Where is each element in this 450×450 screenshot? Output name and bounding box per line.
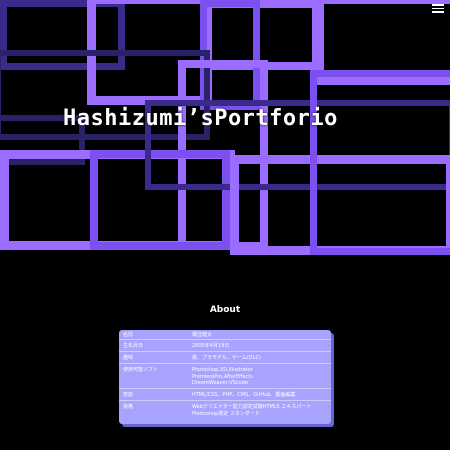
profile-row: 使用可能ソフト Photoshop,XD,Illustrator Premier…: [119, 366, 331, 389]
row-label: 生年月日: [123, 343, 144, 349]
profile-card: 名前 橋住健太 生年月日 2005年4月19日 趣味 鉄、プラモデル、ゲーム(D…: [119, 330, 331, 424]
page-title: Hashizumi’sPortforio: [63, 106, 338, 131]
row-value-line3: DreamWeaver,VScode: [192, 380, 248, 386]
row-value: 鉄、プラモデル、ゲーム(DLC): [192, 355, 261, 361]
row-label: 趣味: [123, 355, 134, 361]
about-heading: About: [209, 305, 241, 315]
row-value: Webクリエイター能力認定試験HTML5 エキスパート: [192, 404, 312, 410]
row-label: 使用可能ソフト: [123, 367, 159, 373]
profile-row: 資格 Webクリエイター能力認定試験HTML5 エキスパート Photoshop…: [119, 403, 331, 419]
profile-row: 名前 橋住健太: [119, 331, 331, 340]
row-label: 資格: [123, 404, 134, 410]
row-value: 橋住健太: [192, 332, 213, 338]
row-label: 技能: [123, 392, 134, 398]
hamburger-menu-icon[interactable]: [432, 4, 444, 14]
profile-row: 生年月日 2005年4月19日: [119, 342, 331, 352]
row-value: Photoshop,XD,Illustrator: [192, 367, 253, 373]
row-value: HTML/CSS、PHP、CMS、GitHub、動画編集: [192, 392, 296, 398]
decorative-frame: [310, 70, 450, 255]
row-label: 名前: [123, 332, 134, 338]
profile-row: 技能 HTML/CSS、PHP、CMS、GitHub、動画編集: [119, 391, 331, 401]
hero-section: Hashizumi’sPortforio: [0, 0, 450, 262]
row-value-line2: Photoshop検定 スタンダード: [192, 411, 260, 417]
profile-row: 趣味 鉄、プラモデル、ゲーム(DLC): [119, 354, 331, 364]
row-value: 2005年4月19日: [192, 343, 230, 349]
